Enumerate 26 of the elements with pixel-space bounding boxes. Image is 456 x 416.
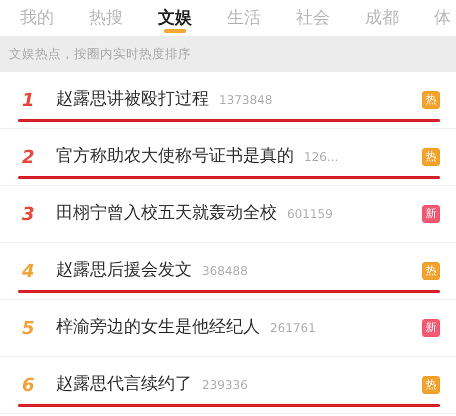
rank-number: 2	[22, 146, 36, 170]
heat-count: 261761	[270, 320, 316, 337]
tab[interactable]: 文娱	[158, 0, 192, 34]
topic-link[interactable]: 赵露思后援会发文	[56, 258, 192, 284]
rank-number: 4	[22, 260, 36, 284]
rank-number: 6	[22, 374, 36, 398]
rank-number: 5	[22, 316, 36, 340]
topic-link[interactable]: 赵露思代言续约了	[56, 372, 192, 398]
heat-count: 601159	[287, 206, 333, 223]
rank-number: 1	[22, 88, 36, 112]
hot-tag: 热	[422, 262, 440, 280]
hot-tag: 热	[422, 91, 440, 109]
heat-count: 126...	[304, 149, 338, 166]
heat-count: 239336	[202, 377, 248, 394]
topic-link[interactable]: 官方称助农大使称号证书是真的	[56, 144, 294, 170]
topic-link[interactable]: 梓渝旁边的女生是他经纪人	[56, 315, 260, 341]
topic-link[interactable]: 赵露思讲被殴打过程	[56, 87, 209, 113]
new-tag: 新	[422, 319, 440, 337]
heat-count: 368488	[202, 263, 248, 280]
notice-text: 文娱热点，按圈内实时热度排序	[0, 36, 456, 72]
hot-tag: 热	[422, 376, 440, 394]
topic-link[interactable]: 田栩宁曾入校五天就轰动全校	[56, 201, 277, 227]
heat-count: 1373848	[219, 92, 272, 109]
new-tag: 新	[422, 205, 440, 223]
hot-tag: 热	[422, 148, 440, 166]
rank-number: 3	[22, 202, 36, 226]
